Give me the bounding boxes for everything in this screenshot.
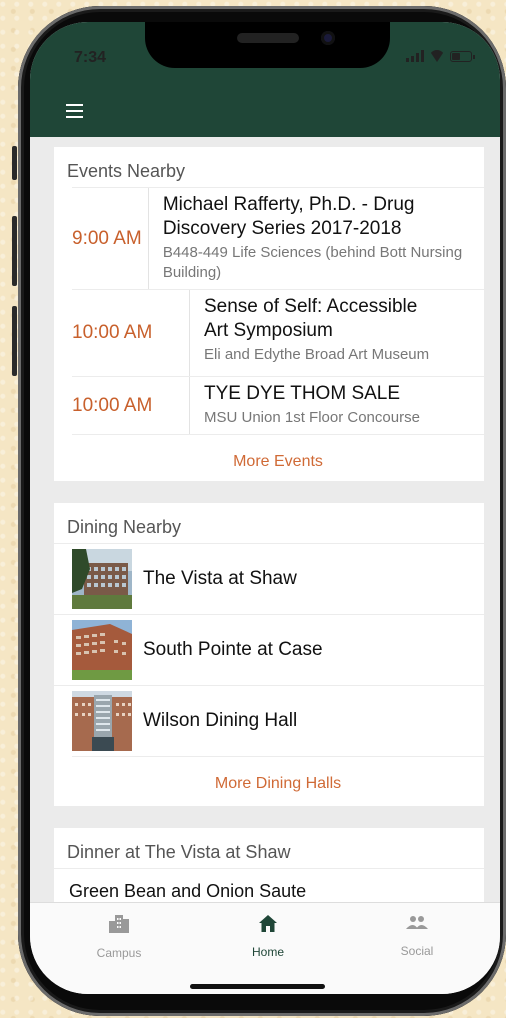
dinner-card-title: Dinner at The Vista at Shaw bbox=[67, 842, 291, 862]
more-dining-halls-link[interactable]: More Dining Halls bbox=[72, 756, 484, 806]
dining-card-title: Dining Nearby bbox=[67, 517, 182, 537]
dining-row[interactable]: The Vista at Shaw bbox=[54, 543, 484, 614]
event-time: 10:00 AM bbox=[72, 290, 190, 376]
dining-row[interactable]: Wilson Dining Hall bbox=[54, 685, 484, 756]
tab-label: Campus bbox=[96, 946, 142, 960]
event-location: Eli and Edythe Broad Art Museum bbox=[204, 346, 430, 363]
speaker bbox=[237, 33, 299, 43]
people-icon bbox=[406, 916, 428, 929]
home-icon bbox=[259, 915, 277, 932]
dining-hall-photo bbox=[72, 549, 132, 609]
mute-switch bbox=[12, 146, 17, 180]
event-row[interactable]: 9:00 AM Michael Rafferty, Ph.D. - Drug D… bbox=[72, 187, 484, 289]
tab-label: Social bbox=[400, 944, 434, 958]
status-icons bbox=[406, 50, 475, 62]
more-events-link[interactable]: More Events bbox=[72, 434, 484, 481]
dining-hall-name: The Vista at Shaw bbox=[143, 568, 297, 589]
wifi-icon bbox=[429, 50, 445, 62]
signal-icon bbox=[406, 50, 424, 62]
tab-social[interactable]: Social bbox=[367, 915, 467, 958]
event-location: MSU Union 1st Floor Concourse bbox=[204, 409, 420, 426]
event-row[interactable]: 10:00 AM Sense of Self: Accessible Art S… bbox=[72, 289, 484, 376]
dinner-card: Dinner at The Vista at Shaw Green Bean a… bbox=[54, 828, 484, 902]
volume-up-button bbox=[12, 216, 17, 286]
event-row[interactable]: 10:00 AM TYE DYE THOM SALE MSU Union 1st… bbox=[72, 376, 484, 434]
event-title: TYE DYE THOM SALE bbox=[204, 383, 401, 404]
events-card-title: Events Nearby bbox=[67, 161, 186, 181]
tab-home[interactable]: Home bbox=[218, 915, 318, 959]
menu-icon[interactable] bbox=[66, 104, 83, 122]
dining-hall-photo bbox=[72, 620, 132, 680]
tab-bar: Campus Home Social bbox=[30, 902, 500, 994]
notch bbox=[145, 22, 390, 68]
dining-card: Dining Nearby The Vista at Shaw South Po… bbox=[54, 503, 484, 806]
event-time: 9:00 AM bbox=[72, 188, 149, 289]
building-icon bbox=[109, 915, 129, 933]
events-card: Events Nearby 9:00 AM Michael Rafferty, … bbox=[54, 147, 484, 481]
status-time: 7:34 bbox=[74, 49, 107, 66]
tab-campus[interactable]: Campus bbox=[69, 915, 169, 960]
dining-hall-name: South Pointe at Case bbox=[143, 639, 323, 660]
home-content[interactable]: Events Nearby 9:00 AM Michael Rafferty, … bbox=[30, 137, 500, 902]
volume-down-button bbox=[12, 306, 17, 376]
dining-row[interactable]: South Pointe at Case bbox=[54, 614, 484, 685]
menu-item[interactable]: Green Bean and Onion Saute bbox=[54, 868, 484, 902]
dining-hall-name: Wilson Dining Hall bbox=[143, 710, 298, 731]
phone-screen: 7:34 Events Nearby 9:00 AM Michael Raffe… bbox=[30, 22, 500, 994]
event-title: Michael Rafferty, Ph.D. - Drug Discovery… bbox=[162, 194, 415, 239]
camera bbox=[321, 31, 335, 45]
battery-icon bbox=[450, 50, 475, 62]
event-location: B448-449 Life Sciences (behind Bott Nurs… bbox=[162, 244, 463, 281]
dining-hall-photo bbox=[72, 691, 132, 751]
event-title: Sense of Self: Accessible Art Symposium bbox=[204, 296, 418, 341]
tab-label: Home bbox=[251, 945, 284, 959]
event-time: 10:00 AM bbox=[72, 377, 190, 434]
home-indicator bbox=[190, 984, 325, 989]
